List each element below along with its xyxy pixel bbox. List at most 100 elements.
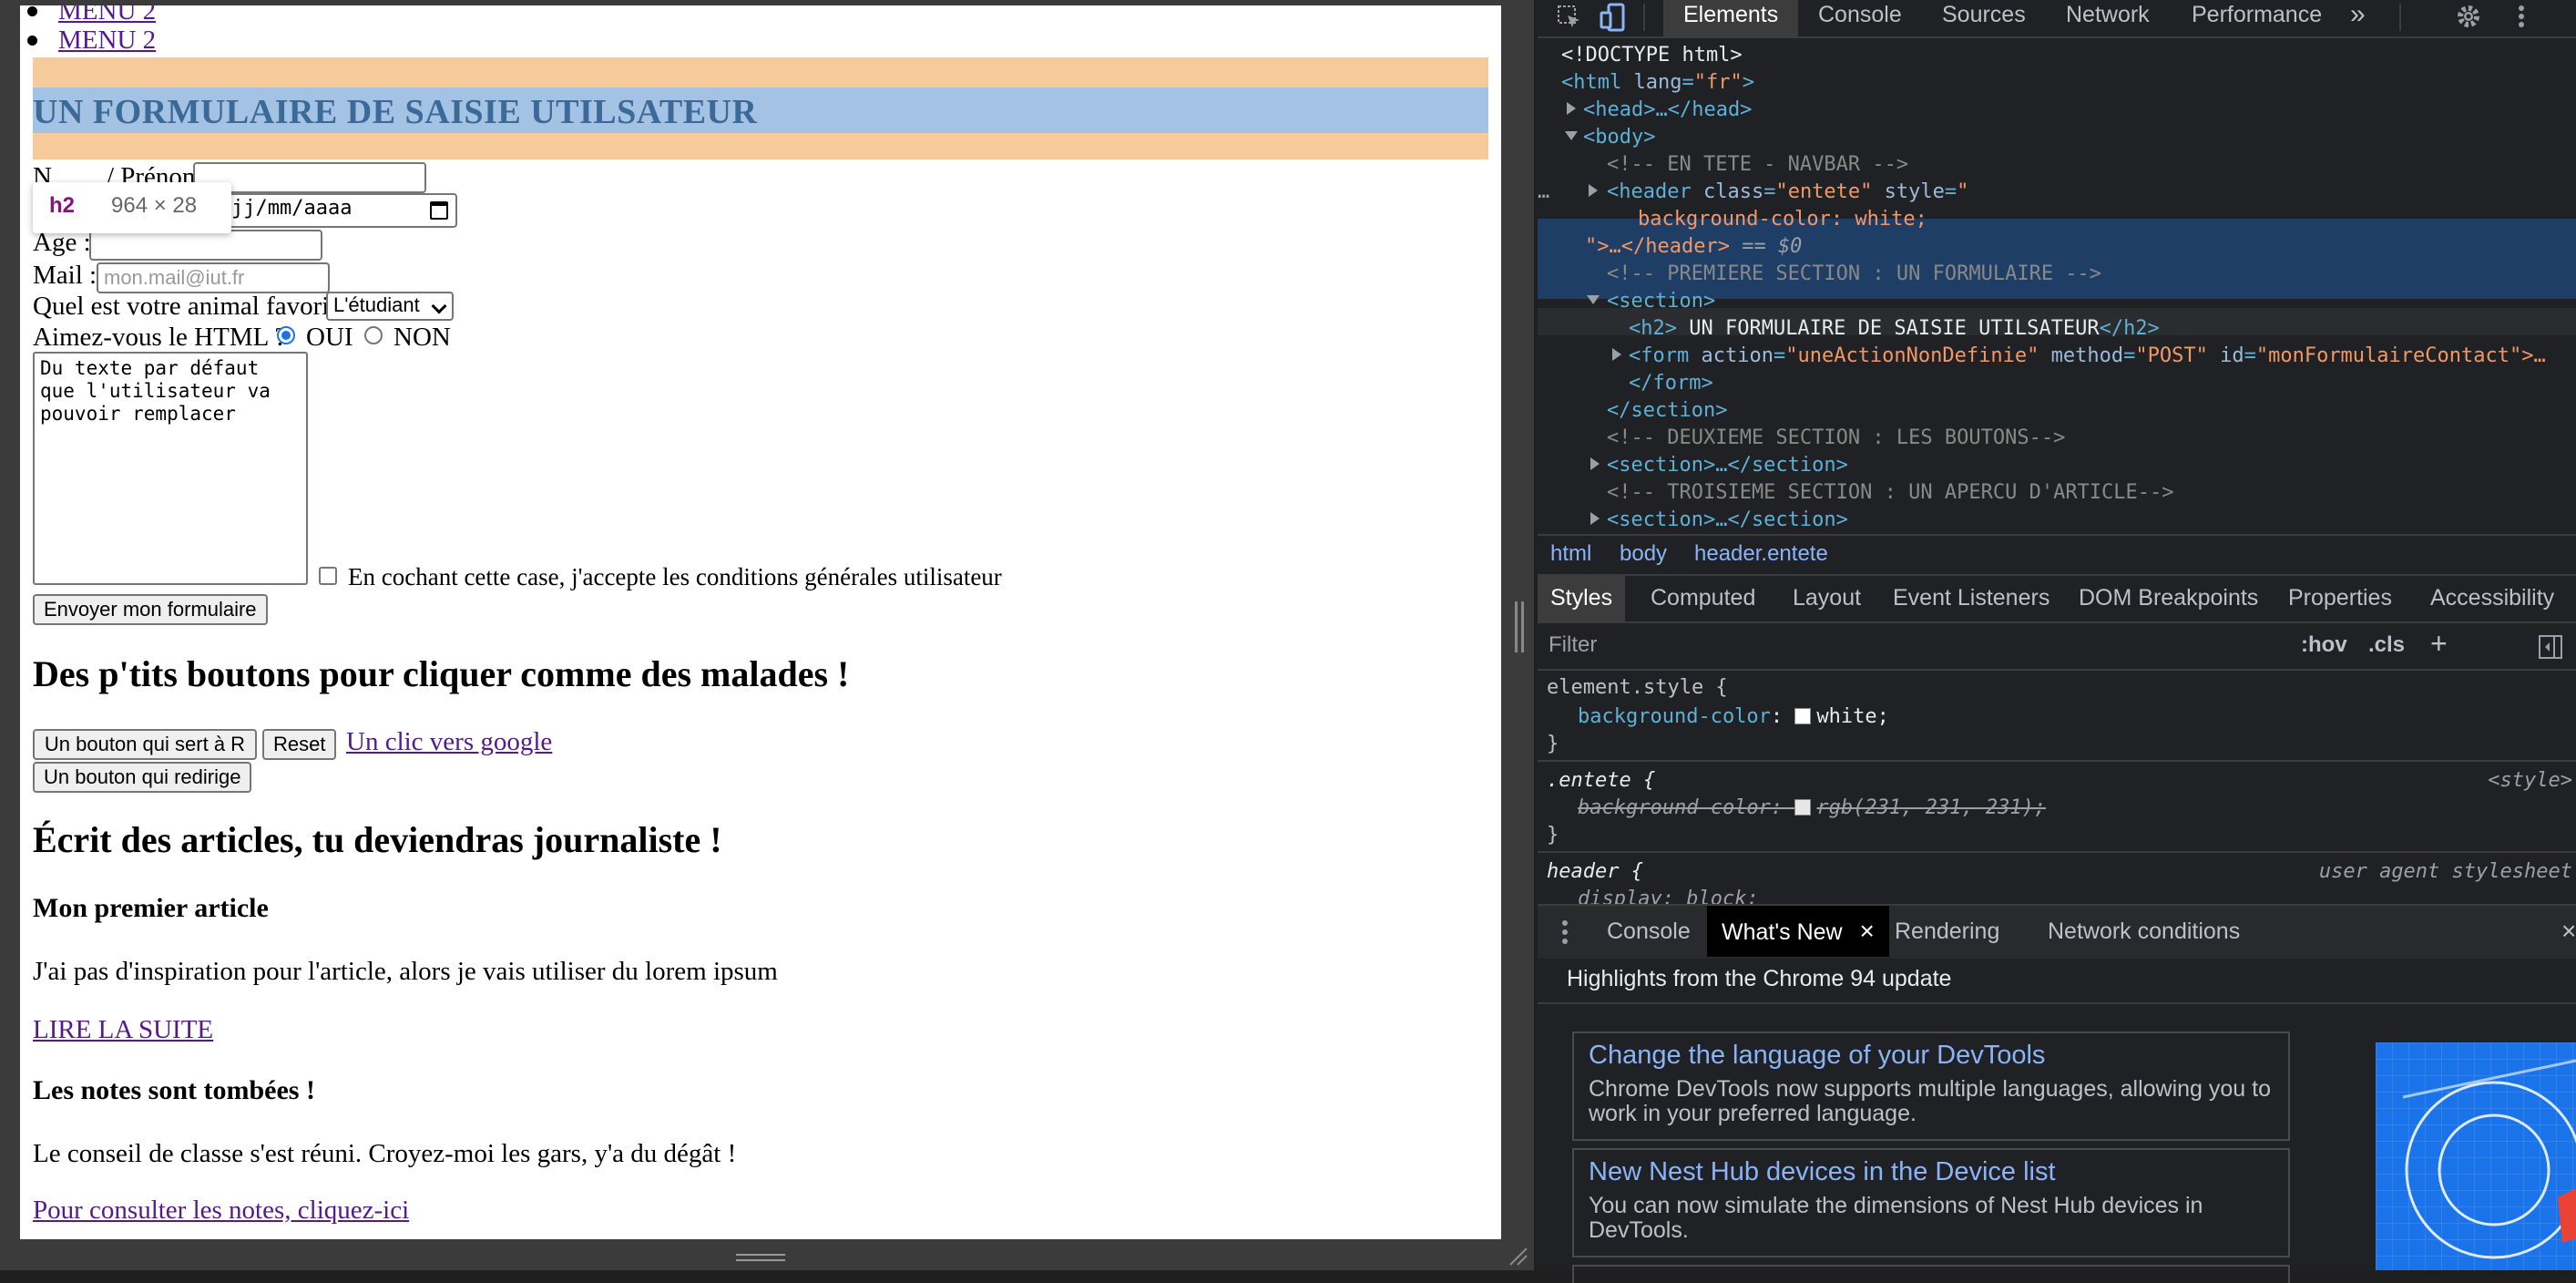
element-style-selector: element.style { — [1547, 676, 1728, 699]
dom-header-selected[interactable]: <header class="entete" style=" — [1607, 179, 1968, 206]
submit-button[interactable]: Envoyer mon formulaire — [33, 594, 268, 625]
dom-comment-header[interactable]: <!-- EN TETE - NAVBAR --> — [1607, 151, 1908, 179]
collapse-arrow-icon[interactable] — [1565, 131, 1578, 140]
entete-selector: .entete { — [1547, 769, 1656, 792]
cls-toggle[interactable]: .cls — [2368, 632, 2405, 658]
dom-section3[interactable]: <section>…</section> — [1607, 507, 1848, 534]
drawer-tab-console[interactable]: Console — [1607, 906, 1691, 957]
radio-oui[interactable] — [277, 326, 295, 344]
card-title[interactable]: New Nest Hub devices in the Device list — [1589, 1157, 2056, 1187]
dom-section1-close[interactable]: </section> — [1607, 397, 1727, 425]
dom-html[interactable]: <html lang="fr"> — [1561, 69, 1754, 97]
close-drawer-icon[interactable]: × — [2561, 906, 2576, 957]
reset-button[interactable]: Reset — [262, 729, 337, 760]
entete-source-link[interactable]: <style> — [2488, 769, 2572, 792]
dom-doctype[interactable]: <!DOCTYPE html> — [1561, 42, 1743, 69]
node-actions-ellipsis[interactable]: … — [1538, 179, 1549, 206]
whats-new-card[interactable]: Change the language of your DevTools Chr… — [1572, 1032, 2290, 1141]
color-swatch-icon[interactable] — [1794, 799, 1812, 816]
tab-console[interactable]: Console — [1818, 0, 1902, 36]
birthdate-input[interactable]: jj/mm/aaaa — [224, 193, 457, 228]
device-toolbar-icon[interactable] — [1600, 2, 1630, 33]
expand-arrow-icon[interactable] — [1590, 512, 1600, 525]
menu-item-2[interactable]: MENU 2 — [26, 26, 156, 56]
message-textarea[interactable]: Du texte par défaut que l'utilisateur va… — [33, 352, 308, 585]
radio-non[interactable] — [364, 326, 383, 344]
card-description: You can now simulate the dimensions of N… — [1589, 1193, 2203, 1243]
dom-comment-section1[interactable]: <!-- PREMIERE SECTION : UN FORMULAIRE --… — [1607, 261, 2101, 288]
inspect-element-icon[interactable] — [1556, 4, 1583, 31]
dom-comment-section3[interactable]: <!-- TROISIEME SECTION : UN APERCU D'ART… — [1607, 479, 2174, 507]
drawer-menu-icon[interactable] — [1559, 919, 1570, 946]
breadcrumb-html[interactable]: html — [1550, 541, 1591, 567]
tab-accessibility[interactable]: Accessibility — [2430, 574, 2554, 621]
tab-layout[interactable]: Layout — [1793, 574, 1861, 621]
expand-arrow-icon[interactable] — [1589, 184, 1598, 197]
corner-resize-icon[interactable] — [1507, 1245, 1528, 1267]
article2-link[interactable]: Pour consulter les notes, cliquez-ici — [33, 1196, 409, 1226]
dom-form[interactable]: <form action="uneActionNonDefinie" metho… — [1629, 343, 2546, 370]
tab-performance[interactable]: Performance — [2192, 0, 2322, 36]
calendar-icon[interactable] — [430, 201, 448, 220]
rule-close: } — [1547, 733, 1559, 755]
drawer-tab-whats-new[interactable]: What's New × — [1707, 906, 1889, 957]
expand-arrow-icon[interactable] — [1590, 457, 1600, 470]
tooltip-tag: h2 — [49, 193, 76, 218]
whats-new-card[interactable] — [1572, 1265, 2290, 1283]
styles-filter-bar: Filter :hov .cls + — [1538, 623, 2576, 671]
tab-network[interactable]: Network — [2066, 0, 2150, 36]
article1-link[interactable]: LIRE LA SUITE — [33, 1015, 213, 1045]
panel-splitter[interactable] — [1515, 601, 1524, 652]
whats-new-heading: Highlights from the Chrome 94 update — [1567, 966, 1952, 991]
expand-arrow-icon[interactable] — [1567, 102, 1576, 115]
breadcrumb-body[interactable]: body — [1620, 541, 1667, 567]
drawer-tab-rendering[interactable]: Rendering — [1895, 906, 1999, 957]
header-ua-selector: header { — [1547, 860, 1643, 883]
kebab-menu-icon[interactable] — [2514, 2, 2529, 31]
more-tabs-icon[interactable]: » — [2350, 0, 2366, 36]
buttons-heading: Des p'tits boutons pour cliquer comme de… — [33, 653, 850, 694]
hov-toggle[interactable]: :hov — [2301, 632, 2347, 658]
tab-sources[interactable]: Sources — [1942, 0, 2026, 36]
card-title[interactable]: Change the language of your DevTools — [1589, 1041, 2045, 1071]
expand-arrow-icon[interactable] — [1612, 348, 1621, 361]
toggle-sidebar-icon[interactable] — [2538, 634, 2563, 660]
page-pane: MENU 2 MENU 2 UN FORMULAIRE DE SAISIE UT… — [0, 0, 1534, 1270]
tab-dom-breakpoints[interactable]: DOM Breakpoints — [2079, 574, 2258, 621]
cgu-checkbox[interactable] — [319, 567, 337, 585]
element-style-declaration[interactable]: background-color: white; — [1578, 705, 1889, 728]
animal-select[interactable]: L'étudiant — [326, 292, 454, 321]
tab-styles[interactable]: Styles — [1538, 574, 1626, 621]
redirect-button[interactable]: Un bouton qui redirige — [33, 762, 252, 793]
close-tab-icon[interactable]: × — [1860, 917, 1875, 945]
dom-form-close[interactable]: </form> — [1629, 370, 1713, 397]
google-link[interactable]: Un clic vers google — [346, 727, 552, 757]
dom-section2[interactable]: <section>…</section> — [1607, 452, 1848, 479]
form-heading: UN FORMULAIRE DE SAISIE UTILSATEUR — [33, 93, 758, 131]
whats-new-card[interactable]: New Nest Hub devices in the Device list … — [1572, 1148, 2290, 1257]
settings-gear-icon[interactable] — [2454, 2, 2483, 31]
tab-event-listeners[interactable]: Event Listeners — [1893, 574, 2050, 621]
entete-declaration-overridden[interactable]: background-color: rgb(231, 231, 231); — [1578, 796, 2046, 819]
tab-elements[interactable]: Elements — [1663, 0, 1799, 36]
breadcrumb-header[interactable]: header.entete — [1694, 541, 1828, 567]
color-swatch-icon[interactable] — [1794, 708, 1812, 724]
tab-properties[interactable]: Properties — [2288, 574, 2392, 621]
collapse-arrow-icon[interactable] — [1587, 295, 1600, 304]
dom-header-style-line: background-color: white; — [1638, 208, 1927, 231]
dom-section1[interactable]: <section> — [1607, 288, 1715, 315]
dom-h2[interactable]: <h2> UN FORMULAIRE DE SAISIE UTILSATEUR<… — [1629, 315, 2160, 343]
r-button[interactable]: Un bouton qui sert à R — [33, 729, 257, 760]
chrome-update-illustration — [2376, 1042, 2576, 1270]
dom-head[interactable]: <head>…</head> — [1583, 97, 1752, 124]
new-rule-plus-icon[interactable]: + — [2430, 627, 2448, 661]
mail-input[interactable]: mon.mail@iut.fr — [97, 262, 330, 293]
age-input[interactable] — [89, 230, 322, 261]
menu-item-1[interactable]: MENU 2 — [26, 5, 156, 26]
dom-body[interactable]: <body> — [1583, 124, 1655, 151]
styles-filter-input[interactable]: Filter — [1549, 632, 1597, 658]
dom-comment-section2[interactable]: <!-- DEUXIEME SECTION : LES BOUTONS--> — [1607, 425, 2065, 452]
drawer-tab-network-conditions[interactable]: Network conditions — [2048, 906, 2240, 957]
tab-computed[interactable]: Computed — [1651, 574, 1755, 621]
device-resize-handle[interactable] — [736, 1252, 785, 1263]
